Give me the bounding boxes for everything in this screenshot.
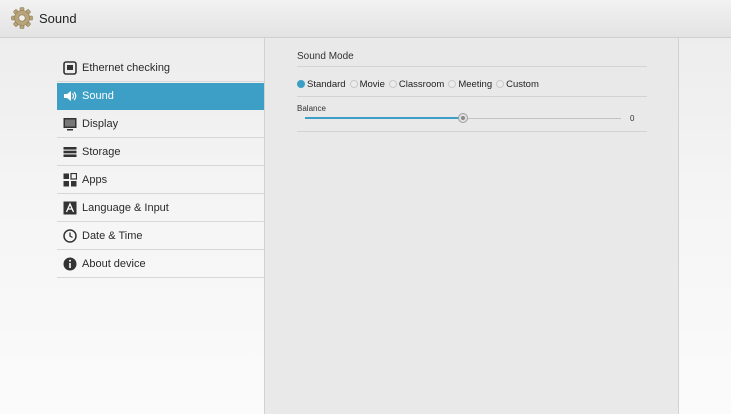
balance-value: 0 [630,114,635,123]
divider [297,131,647,132]
radio-button-icon[interactable] [297,80,305,88]
radio-custom[interactable]: Custom [496,79,539,90]
info-icon [63,257,77,271]
apps-icon [63,173,77,187]
sidebar-item-label: Sound [82,90,114,102]
radio-movie[interactable]: Movie [349,78,385,90]
sidebar-item-date-time[interactable]: Date & Time [57,223,265,250]
balance-label: Balance [297,104,326,113]
language-icon [63,201,77,215]
app-title: Sound [39,11,77,26]
radio-label: Classroom [398,78,445,90]
radio-label: Meeting [458,78,493,90]
balance-slider-thumb[interactable] [458,113,468,123]
sidebar-item-label: Apps [82,174,108,186]
radio-label: Custom [506,78,539,90]
sidebar-item-label: Language & Input [82,202,169,214]
radio-classroom[interactable]: Classroom [388,78,445,90]
clock-icon [63,229,77,243]
sidebar-item-label: About device [82,258,146,270]
radio-label: Movie [359,78,385,90]
radio-button-icon[interactable] [388,80,397,88]
sidebar-item-label: Date & Time [82,230,143,242]
sidebar-item-label: Display [82,118,119,130]
display-icon [63,118,77,131]
sidebar-item-sound[interactable]: Sound [57,83,265,110]
sound-mode-radio-group: Standard Movie Classroom Meeting Custom [297,77,543,91]
sidebar-item-language-input[interactable]: Language & Input [57,195,265,222]
radio-standard[interactable]: Standard [297,79,346,90]
divider [297,96,647,97]
sidebar-item-display[interactable]: Display [57,111,265,138]
sidebar-item-label: Ethernet checking [82,62,171,74]
speaker-icon [64,91,77,101]
title-bar: Sound [0,0,731,38]
balance-slider-fill [305,117,463,119]
sidebar-item-label: Storage [82,146,121,158]
radio-label: Standard [307,78,346,90]
ethernet-icon [63,61,77,75]
sound-settings-panel: Sound Mode Standard Movie Classroom Meeting… [264,38,679,414]
gear-icon [11,7,33,29]
sound-mode-title: Sound Mode [297,51,354,62]
sidebar-item-about-device[interactable]: About device [57,251,265,278]
settings-page: Ethernet checking Sound Display Storage Apps… [0,38,731,414]
divider [297,66,647,67]
storage-icon [63,147,77,157]
radio-button-icon[interactable] [448,80,457,88]
radio-button-icon[interactable] [496,80,505,88]
sidebar-item-apps[interactable]: Apps [57,167,265,194]
balance-slider[interactable] [305,113,621,125]
radio-button-icon[interactable] [349,80,358,88]
sidebar-item-ethernet-checking[interactable]: Ethernet checking [57,55,265,82]
sidebar-item-storage[interactable]: Storage [57,139,265,166]
radio-meeting[interactable]: Meeting [448,79,492,90]
sidebar: Ethernet checking Sound Display Storage Apps… [57,55,265,279]
